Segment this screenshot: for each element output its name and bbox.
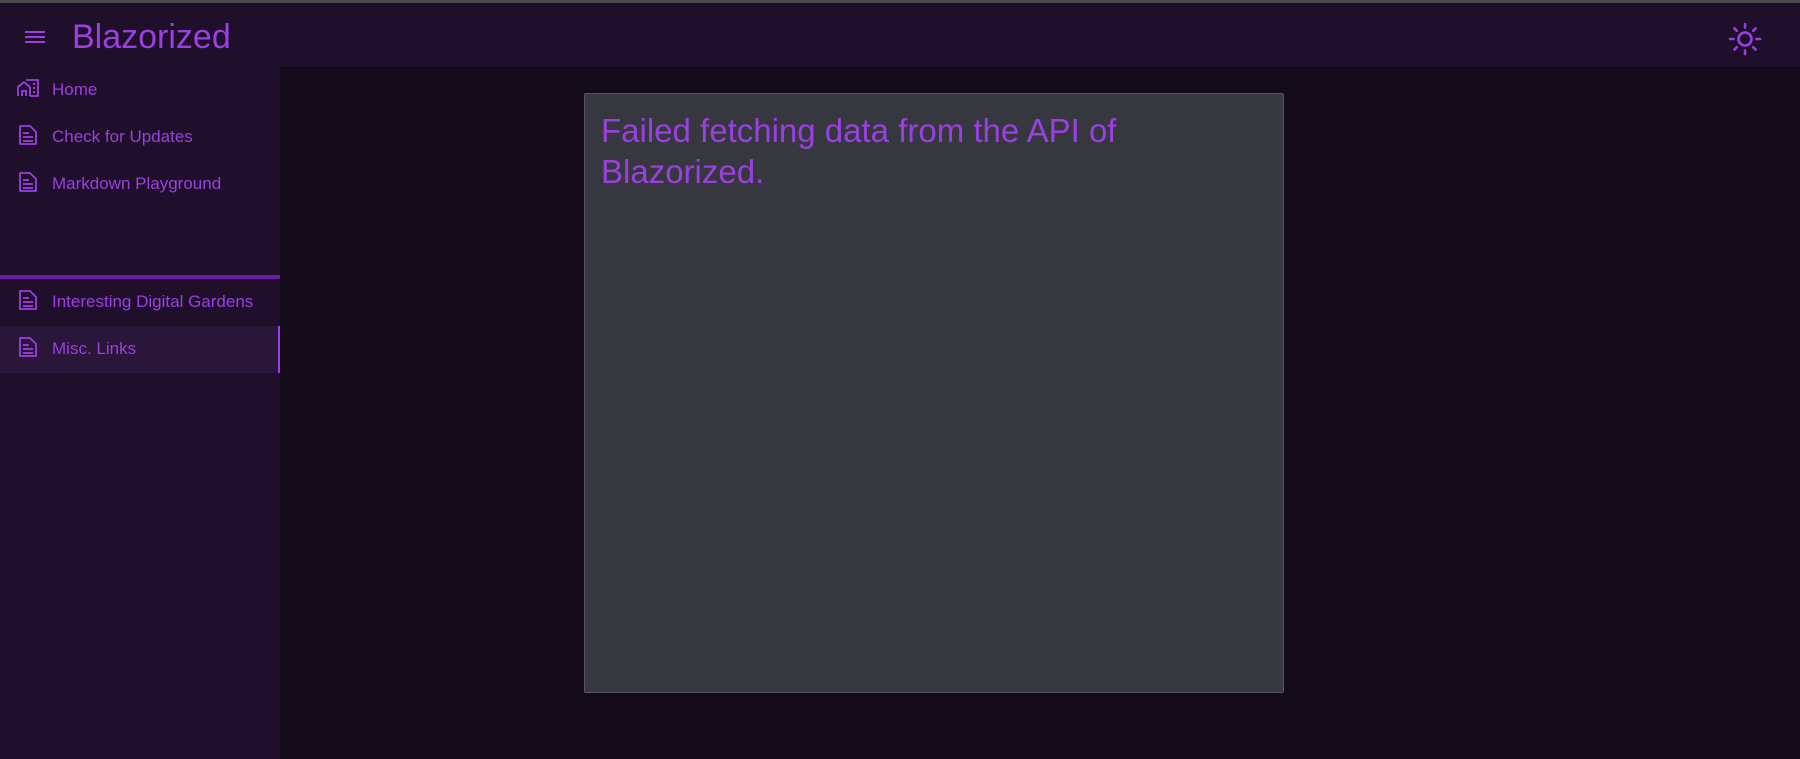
app-bar: Blazorized (0, 3, 1800, 67)
theme-toggle-button[interactable] (1725, 19, 1765, 59)
sidebar-item-home[interactable]: Home (0, 67, 280, 114)
sidebar-item-misc-links[interactable]: Misc. Links (0, 326, 280, 373)
home-city-icon (17, 79, 39, 97)
document-icon (19, 125, 37, 145)
sun-icon (1728, 22, 1762, 56)
sidebar-item-interesting-digital-gardens[interactable]: Interesting Digital Gardens (0, 279, 280, 326)
sidebar-item-label: Markdown Playground (52, 174, 222, 193)
error-message: Failed fetching data from the API of Bla… (601, 112, 1117, 190)
sidebar-nav: Home Check for Updates Markdown Playgrou… (0, 67, 280, 759)
document-icon (19, 290, 37, 310)
sidebar-item-label: Misc. Links (52, 339, 137, 358)
document-icon (19, 172, 37, 192)
sidebar-item-check-for-updates[interactable]: Check for Updates (0, 114, 280, 161)
sidebar-item-label: Interesting Digital Gardens (52, 292, 254, 311)
sidebar-item-markdown-playground[interactable]: Markdown Playground (0, 161, 280, 208)
error-card: Failed fetching data from the API of Bla… (584, 93, 1284, 693)
menu-toggle-button[interactable] (20, 22, 50, 52)
hamburger-menu-icon (25, 31, 45, 43)
document-icon (19, 337, 37, 357)
sidebar-item-label: Home (52, 80, 98, 99)
app-title: Blazorized (72, 18, 231, 56)
sidebar-item-label: Check for Updates (52, 127, 193, 146)
